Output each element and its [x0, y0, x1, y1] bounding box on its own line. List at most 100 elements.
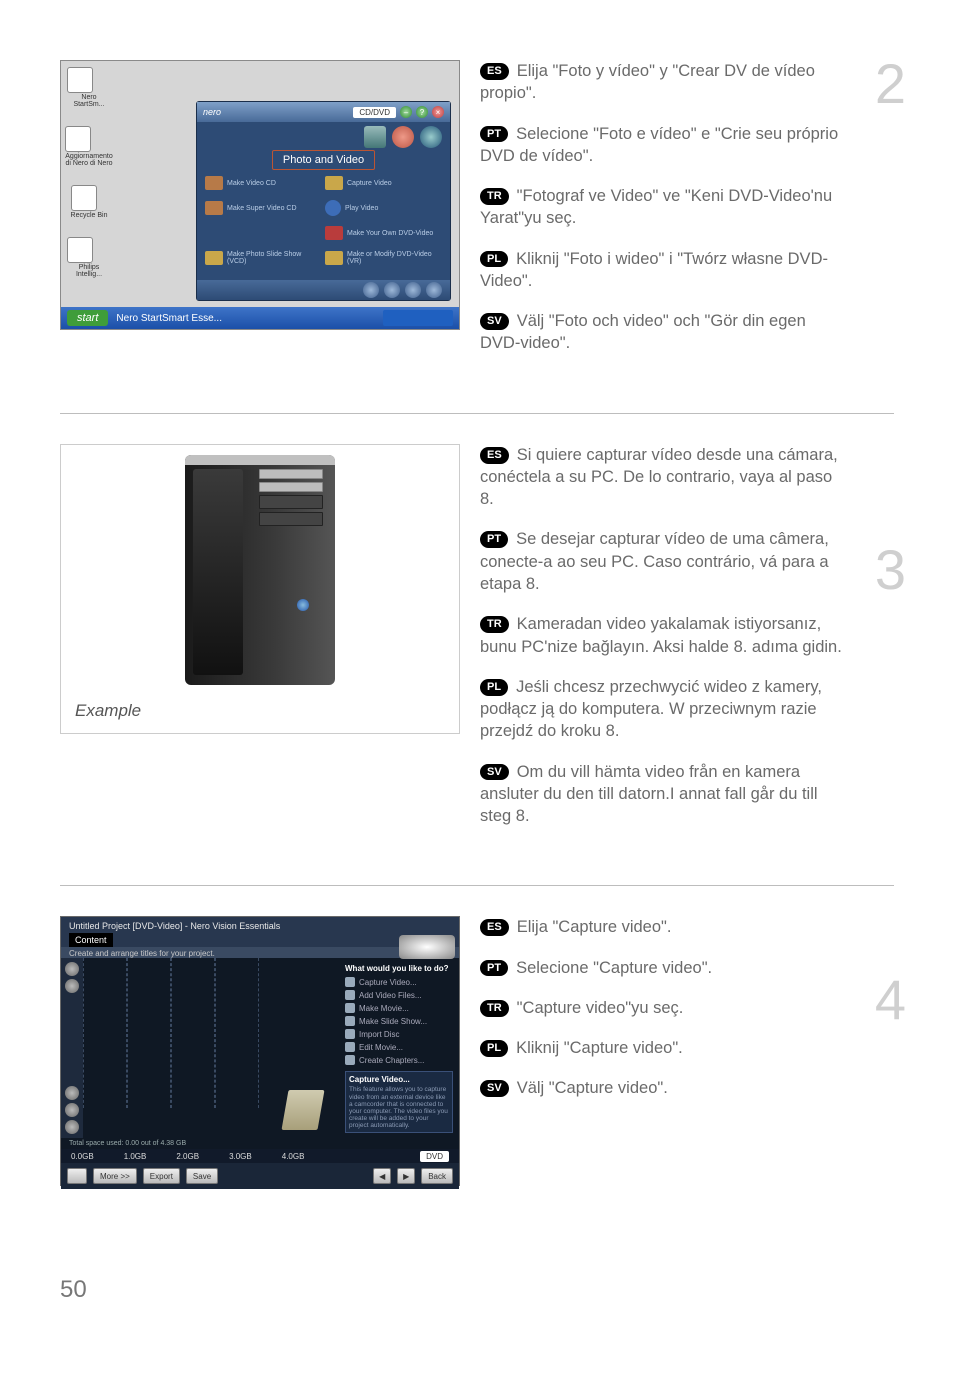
lang-badge-tr: TR	[480, 616, 509, 633]
window-title: Untitled Project [DVD-Video] - Nero Visi…	[69, 921, 451, 931]
config-icon	[363, 282, 379, 298]
tick: 3.0GB	[229, 1152, 252, 1161]
instruction-pl: PLKliknij "Foto i wideo" i "Twórz własne…	[480, 248, 844, 293]
pc-tower	[185, 455, 335, 685]
menu-item: Capture Video...	[359, 978, 417, 987]
drive-bay	[259, 469, 323, 526]
instruction-text: Elija "Foto y vídeo" y "Crear DV de víde…	[480, 62, 815, 102]
instruction-es: ES Elija "Capture video".	[480, 916, 844, 938]
project-canvas	[83, 958, 339, 1138]
tool-icon	[65, 1120, 79, 1134]
philips-icon	[67, 237, 93, 263]
util-icon	[392, 126, 414, 148]
instruction-text: Selecione "Foto e vídeo" e "Crie seu pró…	[480, 125, 838, 165]
step-number: 2	[875, 56, 906, 112]
step-2: 2 Nero StartSm... Aggiornamento di Nero …	[60, 60, 894, 373]
lang-badge-tr: TR	[480, 1000, 509, 1017]
modify-dvd-icon	[325, 251, 343, 265]
tool-icon	[65, 962, 79, 976]
taskbar: start Nero StartSmart Esse...	[61, 307, 459, 329]
instruction-text: Elija "Capture video".	[517, 918, 672, 936]
instruction-text: "Capture video"yu seç.	[517, 999, 684, 1017]
menu-item: Add Video Files...	[359, 991, 422, 1000]
tool-icon	[65, 1103, 79, 1117]
tower-top	[185, 455, 335, 465]
make-svcd-icon	[205, 201, 223, 215]
optical-drive	[259, 469, 323, 479]
power-led-icon	[297, 599, 309, 611]
system-tray	[383, 310, 453, 326]
nero-logo	[399, 935, 455, 959]
action-label: Make Photo Slide Show (VCD)	[227, 251, 322, 265]
lang-badge-es: ES	[480, 447, 509, 464]
close-icon: ×	[432, 106, 444, 118]
section-title: Content	[69, 933, 113, 947]
instruction-text: Om du vill hämta video från en kamera an…	[480, 763, 818, 826]
instruction-tr: TR "Capture video"yu seç.	[480, 997, 844, 1019]
callout-title: Capture Video...	[349, 1075, 449, 1084]
screenshot-col: Nero StartSm... Aggiornamento di Nero di…	[60, 60, 460, 373]
action-label: Make or Modify DVD-Video (VR)	[347, 251, 442, 265]
action-label: Make Super Video CD	[227, 205, 297, 212]
slideshow-icon	[205, 251, 223, 265]
config-icon	[405, 282, 421, 298]
instruction-pl: PLJeśli chcesz przechwycić wideo z kamer…	[480, 676, 844, 743]
instruction-text: Kameradan video yakalamak istiyorsanız, …	[480, 615, 842, 655]
util-icons-row	[197, 122, 450, 152]
config-icon	[426, 282, 442, 298]
optical-drive	[259, 482, 323, 492]
tick: 0.0GB	[71, 1152, 94, 1161]
lang-badge-pt: PT	[480, 126, 508, 143]
lang-badge-pt: PT	[480, 960, 508, 977]
category-label: Photo and Video	[272, 150, 375, 170]
action-label: Make Your Own DVD-Video	[347, 230, 433, 237]
section-divider	[60, 885, 894, 886]
menu-item: Import Disc	[359, 1030, 399, 1039]
minimize-icon: –	[400, 106, 412, 118]
actions-grid: Make Video CD Capture Video Make Super V…	[197, 172, 450, 269]
titlebar: nero CD/DVD – ? ×	[197, 102, 450, 122]
instructions-col: ESSi quiere capturar vídeo desde una cám…	[460, 444, 894, 846]
window-footer: More >> Export Save ◀ ▶ Back	[61, 1163, 459, 1189]
instruction-es: ESElija "Foto y vídeo" y "Crear DV de ví…	[480, 60, 844, 105]
action-label: Make Video CD	[227, 180, 276, 187]
instruction-text: Se desejar capturar vídeo de uma câmera,…	[480, 530, 829, 593]
step-4: 4 Untitled Project [DVD-Video] - Nero Vi…	[60, 916, 894, 1186]
chapters-icon	[345, 1055, 355, 1065]
import-disc-icon	[345, 1029, 355, 1039]
instruction-es: ESSi quiere capturar vídeo desde una cám…	[480, 444, 844, 511]
capture-video-callout: Capture Video... This feature allows you…	[345, 1071, 453, 1133]
step-number: 3	[875, 542, 906, 598]
instruction-sv: SVVälj "Capture video".	[480, 1077, 844, 1099]
example-caption: Example	[75, 701, 141, 721]
icon-label: Philips Intellig...	[67, 264, 111, 278]
util-icon	[364, 126, 386, 148]
page-number: 50	[60, 1276, 894, 1304]
lang-badge-pl: PL	[480, 251, 508, 268]
instruction-pt: PT Selecione "Capture video".	[480, 957, 844, 979]
edit-movie-icon	[345, 1042, 355, 1052]
callout-desc: This feature allows you to capture video…	[349, 1086, 449, 1129]
tool-icon	[65, 1086, 79, 1100]
section-divider	[60, 413, 894, 414]
panel-question: What would you like to do?	[345, 964, 453, 973]
make-movie-icon	[345, 1003, 355, 1013]
icon-label: Nero StartSm...	[67, 94, 111, 108]
tick: 4.0GB	[282, 1152, 305, 1161]
nero-update-icon	[65, 126, 91, 152]
instruction-sv: SVVälj "Foto och video" och "Gör din ege…	[480, 310, 844, 355]
start-button: start	[67, 310, 108, 326]
instruction-text: Selecione "Capture video".	[516, 959, 712, 977]
app-title: nero	[203, 107, 221, 117]
make-dvd-icon	[325, 226, 343, 240]
lang-badge-es: ES	[480, 919, 509, 936]
instruction-text: "Fotograf ve Video" ve "Keni DVD-Video'n…	[480, 187, 832, 227]
instruction-text: Välj "Capture video".	[517, 1079, 668, 1097]
tick: 2.0GB	[176, 1152, 199, 1161]
back-button: Back	[421, 1168, 453, 1184]
taskbar-app-label: Nero StartSmart Esse...	[116, 313, 222, 324]
tool-icon	[65, 979, 79, 993]
tower-side-panel	[193, 469, 243, 675]
recycle-bin-icon	[71, 185, 97, 211]
screenshot-col: Example	[60, 444, 460, 846]
